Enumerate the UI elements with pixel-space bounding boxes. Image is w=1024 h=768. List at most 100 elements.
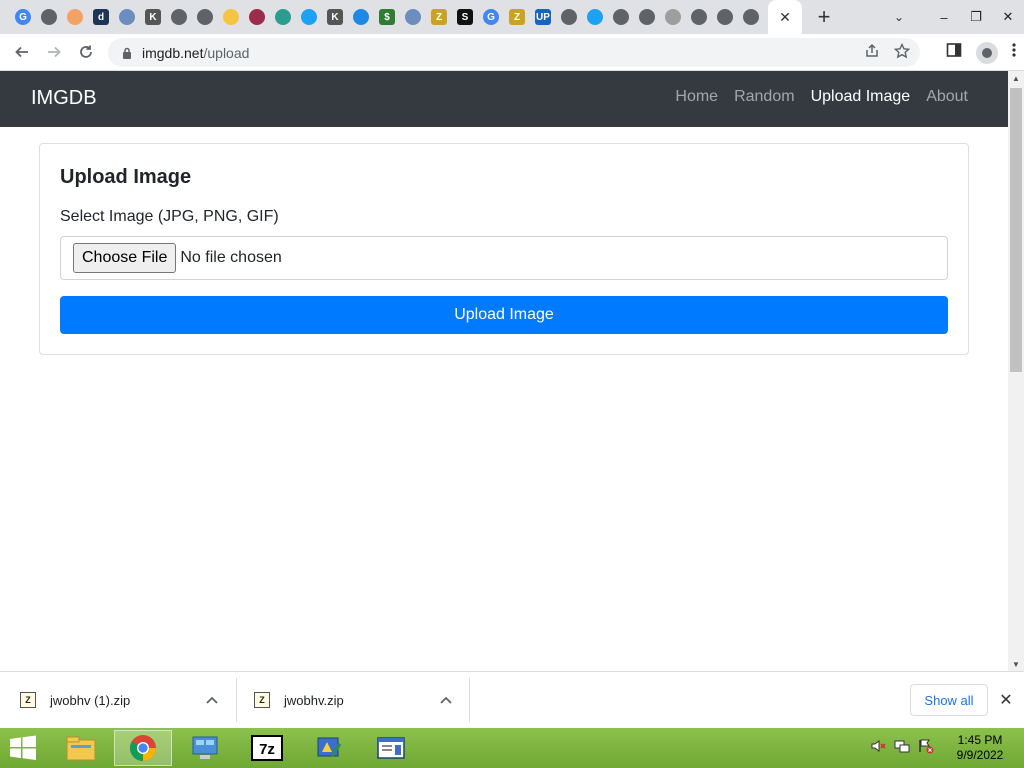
close-shelf-icon[interactable]: ✕ (996, 688, 1016, 712)
bookmark-star-icon[interactable] (893, 42, 911, 63)
twitter-icon (301, 9, 317, 25)
tab-search-icon[interactable]: ⌄ (886, 0, 912, 34)
download-item[interactable]: Z jwobhv (1).zip (20, 678, 230, 722)
globe-icon (197, 9, 213, 25)
scroll-up-arrow-icon[interactable]: ▲ (1008, 71, 1024, 85)
menu-dots-icon[interactable] (1012, 42, 1016, 63)
taskbar-clock[interactable]: 1:45 PM 9/9/2022 (950, 733, 1010, 763)
globe-icon (743, 9, 759, 25)
svg-text:7z: 7z (259, 741, 275, 758)
browser-tab[interactable]: Z (504, 0, 530, 34)
d-icon: d (93, 9, 109, 25)
browser-tab[interactable] (114, 0, 140, 34)
browser-tab[interactable] (582, 0, 608, 34)
browser-tab[interactable]: UP (530, 0, 556, 34)
browser-tab[interactable] (62, 0, 88, 34)
site-brand[interactable]: IMGDB (31, 87, 97, 110)
close-window-button[interactable]: ✕ (992, 0, 1024, 34)
browser-tab[interactable] (556, 0, 582, 34)
browser-tab[interactable]: $ (374, 0, 400, 34)
globe-icon (613, 9, 629, 25)
scroll-down-arrow-icon[interactable]: ▼ (1008, 657, 1024, 671)
download-shelf: Z jwobhv (1).zip Z jwobhv.zip Show all ✕ (0, 671, 1024, 728)
browser-tab[interactable] (634, 0, 660, 34)
action-center-icon[interactable] (918, 738, 934, 759)
browser-tab[interactable]: G (10, 0, 36, 34)
shelf-divider (469, 678, 470, 722)
page-scrollbar[interactable]: ▲ ▼ (1008, 71, 1024, 671)
nav-about[interactable]: About (926, 88, 968, 106)
file-status-text: No file chosen (180, 249, 282, 266)
clock-time: 1:45 PM (957, 733, 1003, 747)
browser-tab[interactable] (608, 0, 634, 34)
file-input[interactable]: Choose File No file chosen (60, 236, 948, 280)
s-icon: S (457, 9, 473, 25)
new-tab-button[interactable]: + (806, 0, 842, 34)
choose-file-button[interactable]: Choose File (73, 243, 177, 273)
network-icon[interactable] (894, 738, 910, 759)
globe-icon (665, 9, 681, 25)
upload-card: Upload Image Select Image (JPG, PNG, GIF… (39, 143, 969, 355)
chevron-up-icon[interactable] (440, 693, 452, 707)
scroll-thumb[interactable] (1010, 88, 1022, 372)
chevron-up-icon[interactable] (206, 693, 218, 707)
active-tab[interactable]: ✕ (768, 0, 802, 34)
download-item[interactable]: Z jwobhv.zip (254, 678, 464, 722)
kf-icon: K (327, 9, 343, 25)
browser-tab[interactable] (36, 0, 62, 34)
address-bar[interactable]: imgdb.net/upload (108, 38, 920, 67)
nav-home[interactable]: Home (675, 88, 718, 106)
file-explorer-icon[interactable] (52, 730, 110, 766)
browser-tab[interactable]: K (140, 0, 166, 34)
url-path: /upload (203, 44, 250, 61)
share-icon[interactable] (864, 43, 880, 63)
minimize-button[interactable]: – (928, 0, 960, 34)
installer-icon[interactable] (300, 730, 358, 766)
twitter-icon (587, 9, 603, 25)
browser-tab[interactable] (712, 0, 738, 34)
show-all-downloads-button[interactable]: Show all (910, 684, 988, 716)
browser-tab[interactable]: Z (426, 0, 452, 34)
globe-icon (561, 9, 577, 25)
browser-tab[interactable] (400, 0, 426, 34)
browser-tab[interactable]: S (452, 0, 478, 34)
lock-icon[interactable] (120, 46, 134, 60)
window-controls: – ❐ ✕ (928, 0, 1024, 34)
shelf-divider (236, 678, 237, 722)
upload-image-button[interactable]: Upload Image (60, 296, 948, 334)
browser-tab[interactable] (244, 0, 270, 34)
browser-tab[interactable] (738, 0, 764, 34)
volume-muted-icon[interactable] (870, 738, 886, 759)
browser-tab[interactable] (348, 0, 374, 34)
browser-tab[interactable]: K (322, 0, 348, 34)
browser-tab[interactable]: G (478, 0, 504, 34)
forward-button[interactable] (38, 36, 70, 68)
browser-tab[interactable] (296, 0, 322, 34)
chrome-icon[interactable] (114, 730, 172, 766)
browser-tab[interactable]: d (88, 0, 114, 34)
browser-tab[interactable] (270, 0, 296, 34)
notepad-icon[interactable] (362, 730, 420, 766)
side-panel-icon[interactable] (946, 42, 962, 63)
browser-tab[interactable] (660, 0, 686, 34)
back-button[interactable] (6, 36, 38, 68)
download-filename: jwobhv (1).zip (50, 692, 131, 708)
restore-button[interactable]: ❐ (960, 0, 992, 34)
7zip-icon[interactable]: 7z (238, 730, 296, 766)
note-icon (223, 9, 239, 25)
nav-random[interactable]: Random (734, 88, 794, 106)
close-tab-icon[interactable]: ✕ (779, 9, 791, 26)
windows-start-icon[interactable] (8, 734, 40, 762)
profile-avatar[interactable] (976, 41, 998, 64)
chevrons-icon (249, 9, 265, 25)
browser-tab[interactable] (166, 0, 192, 34)
nav-upload-image[interactable]: Upload Image (811, 88, 911, 106)
browser-tab[interactable] (218, 0, 244, 34)
url-text[interactable]: imgdb.net/upload (142, 45, 249, 61)
browser-tab[interactable] (192, 0, 218, 34)
dollar-icon: $ (379, 9, 395, 25)
reload-icon (80, 45, 92, 58)
reload-button[interactable] (70, 36, 102, 68)
browser-tab[interactable] (686, 0, 712, 34)
control-panel-icon[interactable] (176, 730, 234, 766)
